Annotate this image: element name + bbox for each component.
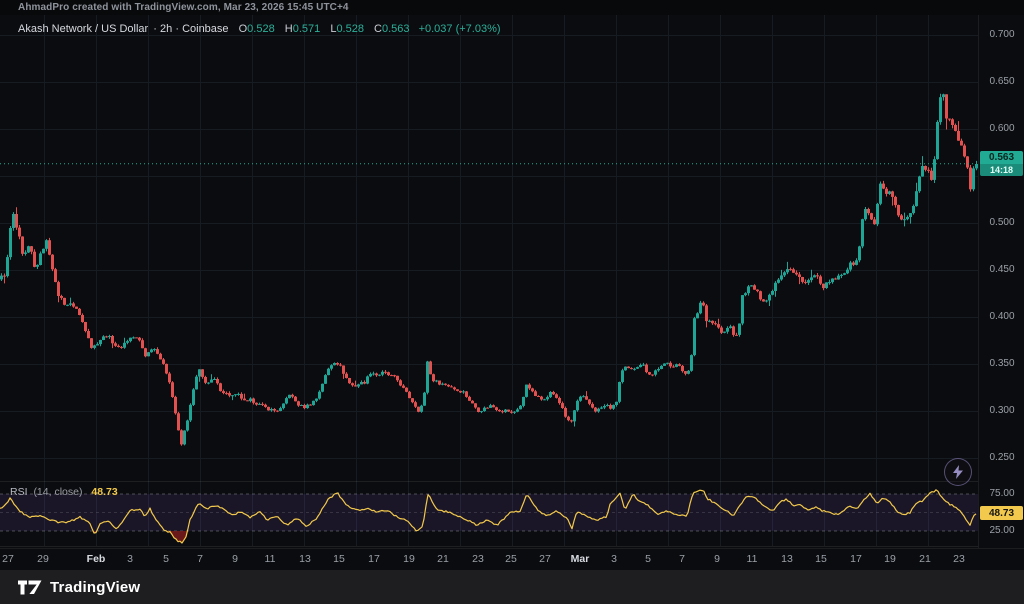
time-tick-label: 19: [403, 553, 415, 565]
time-tick-label: 5: [163, 553, 169, 565]
time-tick-label: 3: [127, 553, 133, 565]
time-tick-label: 23: [953, 553, 965, 565]
symbol-name: Akash Network / US Dollar: [18, 23, 148, 35]
time-tick-label: 27: [2, 553, 14, 565]
close-value: 0.563: [382, 23, 410, 35]
time-tick-label: 5: [645, 553, 651, 565]
price-tick-label: 0.400: [979, 311, 1024, 322]
time-tick-label: 17: [368, 553, 380, 565]
time-tick-label: Feb: [87, 553, 106, 565]
price-tick-label: 0.650: [979, 76, 1024, 87]
rsi-tick-label: 75.00: [979, 488, 1024, 499]
price-tick-label: 0.500: [979, 217, 1024, 228]
candlestick-rsi-canvas[interactable]: [0, 0, 978, 548]
price-tick-label: 0.350: [979, 358, 1024, 369]
time-tick-label: 15: [333, 553, 345, 565]
time-tick-label: 25: [505, 553, 517, 565]
time-tick-label: 13: [781, 553, 793, 565]
time-tick-label: Mar: [571, 553, 590, 565]
time-tick-label: 7: [679, 553, 685, 565]
time-tick-label: 17: [850, 553, 862, 565]
time-tick-label: 9: [232, 553, 238, 565]
axis-corner: [978, 548, 1024, 571]
change-value: +0.037 (+7.03%): [419, 23, 501, 35]
price-tick-label: 0.450: [979, 264, 1024, 275]
time-tick-label: 7: [197, 553, 203, 565]
chart-area[interactable]: Akash Network / US Dollar · 2h · Coinbas…: [0, 0, 978, 548]
tradingview-logo-icon[interactable]: [18, 580, 42, 595]
time-tick-label: 11: [747, 553, 758, 565]
price-tick-label: 0.700: [979, 29, 1024, 40]
interval-label: 2h: [160, 23, 172, 35]
last-price-value: 0.563: [980, 151, 1023, 164]
time-tick-label: 21: [919, 553, 931, 565]
price-tick-label: 0.600: [979, 123, 1024, 134]
lightning-icon: [953, 465, 963, 479]
bar-countdown: 14:18: [980, 164, 1023, 176]
time-tick-label: 9: [714, 553, 720, 565]
tradingview-brand-text[interactable]: TradingView: [50, 579, 140, 596]
open-label: O: [239, 23, 248, 35]
open-value: 0.528: [247, 23, 275, 35]
rsi-tick-label: 25.00: [979, 525, 1024, 536]
rsi-name: RSI: [10, 486, 28, 498]
time-tick-label: 3: [611, 553, 617, 565]
time-tick-label: 27: [539, 553, 551, 565]
price-tick-label: 0.300: [979, 405, 1024, 416]
legend-separator: ·: [175, 23, 179, 35]
time-axis[interactable]: 27 29 Feb 3 5 7 9 11 13 15 17 19 21 23 25 27 Mar 3 5 7 9 11 13…: [0, 548, 978, 571]
rsi-value-badge: 48.73: [980, 506, 1023, 520]
time-tick-label: 29: [37, 553, 49, 565]
rsi-indicator-legend[interactable]: RSI (14, close) 48.73: [10, 486, 118, 498]
tradingview-chart-window: AhmadPro created with TradingView.com, M…: [0, 0, 1024, 604]
symbol-legend[interactable]: Akash Network / US Dollar · 2h · Coinbas…: [18, 23, 501, 35]
last-price-badge: 0.563 14:18: [980, 151, 1023, 176]
price-scale-axis[interactable]: 0.563 14:18 48.73 0.700 0.650 0.600 0.500 0.…: [978, 15, 1024, 548]
high-label: H: [285, 23, 293, 35]
time-tick-label: 19: [884, 553, 896, 565]
legend-separator: ·: [153, 23, 157, 35]
brand-bar: TradingView: [0, 570, 1024, 604]
time-tick-label: 21: [437, 553, 449, 565]
close-label: C: [374, 23, 382, 35]
time-tick-label: 13: [299, 553, 311, 565]
low-value: 0.528: [336, 23, 364, 35]
time-tick-label: 11: [265, 553, 276, 565]
exchange-label: Coinbase: [182, 23, 228, 35]
high-value: 0.571: [293, 23, 321, 35]
time-tick-label: 23: [472, 553, 484, 565]
boost-button[interactable]: [944, 458, 972, 486]
time-tick-label: 15: [815, 553, 827, 565]
rsi-params: (14, close): [33, 486, 82, 498]
price-tick-label: 0.250: [979, 452, 1024, 463]
rsi-current-value: 48.73: [91, 486, 117, 498]
